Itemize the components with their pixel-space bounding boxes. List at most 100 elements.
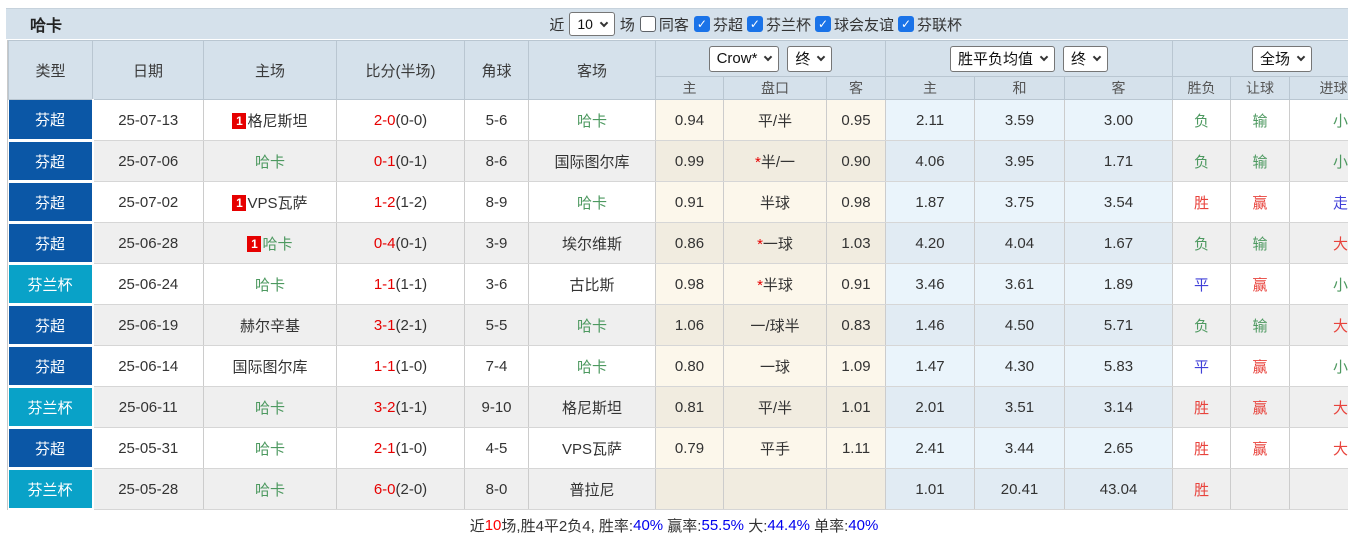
league-checkbox[interactable] <box>814 16 831 32</box>
score-cell[interactable]: 3-2(1-1) <box>336 386 465 428</box>
sub-header-handicap: 盘口 <box>723 76 827 100</box>
rank-badge: 1 <box>247 235 262 252</box>
home-team[interactable]: 哈卡 <box>203 386 337 428</box>
away-team[interactable]: 格尼斯坦 <box>528 386 656 428</box>
result-handicap: 赢 <box>1230 181 1291 223</box>
away-team[interactable]: 国际图尔库 <box>528 140 656 182</box>
result-winloss: 平 <box>1172 263 1232 305</box>
league-checkbox[interactable] <box>693 16 710 32</box>
league-type-cell[interactable]: 芬超 <box>8 222 94 265</box>
home-team[interactable]: 1 VPS瓦萨 <box>203 181 337 223</box>
odds-handicap: *半/一 <box>723 140 827 182</box>
match-date: 25-07-02 <box>92 181 204 223</box>
league-type-cell[interactable]: 芬兰杯 <box>8 386 94 429</box>
away-team[interactable]: 古比斯 <box>528 263 656 305</box>
home-team[interactable]: 赫尔辛基 <box>203 304 337 346</box>
corner-score: 8-6 <box>464 140 529 182</box>
score-cell[interactable]: 3-1(2-1) <box>336 304 465 346</box>
match-row: 芬超 25-05-31 哈卡 2-1(1-0) 4-5 VPS瓦萨 0.79 平手 1.11 2.… <box>8 427 1348 470</box>
away-team[interactable]: 哈卡 <box>528 99 656 141</box>
match-row: 芬兰杯 25-06-24 哈卡 1-1(1-1) 3-6 古比斯 0.98 *半球 0.91 3.… <box>8 263 1348 306</box>
league-type-cell[interactable]: 芬超 <box>8 304 94 347</box>
result-winloss: 胜 <box>1172 427 1232 469</box>
away-team[interactable]: 普拉尼 <box>528 468 656 510</box>
corner-score: 4-5 <box>464 427 529 469</box>
league-type-cell[interactable]: 芬兰杯 <box>8 263 94 306</box>
home-team[interactable]: 哈卡 <box>203 263 337 305</box>
corner-score: 9-10 <box>464 386 529 428</box>
odds-away: 1.09 <box>826 345 887 387</box>
home-team[interactable]: 哈卡 <box>203 140 337 182</box>
league-filter-芬联杯[interactable]: 芬联杯 <box>897 14 962 35</box>
league-type-cell[interactable]: 芬超 <box>8 140 94 183</box>
home-team[interactable]: 哈卡 <box>203 427 337 469</box>
odds-select-group: Crow* 终 <box>654 40 887 77</box>
avg-draw-odds: 3.61 <box>974 263 1066 305</box>
home-team[interactable]: 1 哈卡 <box>203 222 337 264</box>
avg-away-odds: 5.83 <box>1064 345 1174 387</box>
match-row: 芬超 25-07-13 1 格尼斯坦 2-0(0-0) 5-6 哈卡 0.94 平/半 0.95 2… <box>8 99 1348 142</box>
result-goals: 大 <box>1289 386 1348 428</box>
away-team[interactable]: VPS瓦萨 <box>528 427 656 469</box>
avg-time-select[interactable]: 终 <box>1063 45 1109 72</box>
result-handicap: 输 <box>1230 304 1291 346</box>
summary-text: 40% <box>633 517 664 534</box>
league-checkbox[interactable] <box>897 16 914 32</box>
league-type-cell[interactable]: 芬兰杯 <box>8 468 94 510</box>
league-type-cell[interactable]: 芬超 <box>8 181 94 224</box>
result-goals: 小 <box>1289 140 1348 182</box>
sub-header-avg-away: 客 <box>1064 76 1174 100</box>
avg-odds-select[interactable]: 胜平负均值 <box>950 45 1056 72</box>
away-team[interactable]: 埃尔维斯 <box>528 222 656 264</box>
score-cell[interactable]: 1-1(1-0) <box>336 345 465 387</box>
league-filter-球会友谊[interactable]: 球会友谊 <box>814 14 894 35</box>
league-filter-芬兰杯[interactable]: 芬兰杯 <box>746 14 811 35</box>
odds-handicap <box>723 468 827 510</box>
same-away-checkbox[interactable] <box>639 16 656 32</box>
chevron-down-icon <box>1092 52 1102 62</box>
odds-time-select[interactable]: 终 <box>787 45 833 72</box>
same-away-filter[interactable]: 同客 <box>639 14 689 35</box>
league-type-cell[interactable]: 芬超 <box>8 345 94 388</box>
home-team[interactable]: 哈卡 <box>203 468 337 510</box>
avg-home-odds: 4.20 <box>885 222 976 264</box>
odds-home: 0.79 <box>655 427 724 469</box>
score-cell[interactable]: 2-1(1-0) <box>336 427 465 469</box>
chevron-down-icon <box>599 18 609 27</box>
match-date: 25-06-14 <box>92 345 204 387</box>
matches-table: 类型 日期 主场 比分(半场) 角球 客场 Crow* 终 胜平负均值 终 全场… <box>8 40 1348 510</box>
sub-header-hcp-result: 让球 <box>1230 76 1291 100</box>
avg-draw-odds: 3.75 <box>974 181 1066 223</box>
match-date: 25-06-11 <box>92 386 204 428</box>
sub-header-result: 胜负 <box>1172 76 1232 100</box>
home-team[interactable]: 1 格尼斯坦 <box>203 99 337 141</box>
corner-score: 5-6 <box>464 99 529 141</box>
result-goals: 小 <box>1289 99 1348 141</box>
avg-home-odds: 4.06 <box>885 140 976 182</box>
fullmatch-select[interactable]: 全场 <box>1252 45 1313 72</box>
score-cell[interactable]: 1-2(1-2) <box>336 181 465 223</box>
score-cell[interactable]: 0-4(0-1) <box>336 222 465 264</box>
away-team[interactable]: 哈卡 <box>528 304 656 346</box>
score-cell[interactable]: 0-1(0-1) <box>336 140 465 182</box>
match-row: 芬兰杯 25-05-28 哈卡 6-0(2-0) 8-0 普拉尼 1.01 20.41 43.0… <box>8 468 1348 510</box>
league-type-cell[interactable]: 芬超 <box>8 427 94 470</box>
corner-score: 3-9 <box>464 222 529 264</box>
chevron-down-icon <box>1296 52 1306 62</box>
away-team[interactable]: 哈卡 <box>528 181 656 223</box>
league-filter-芬超[interactable]: 芬超 <box>693 14 743 35</box>
score-cell[interactable]: 2-0(0-0) <box>336 99 465 141</box>
sub-header-goals: 进球数 <box>1289 76 1348 100</box>
odds-away: 1.03 <box>826 222 887 264</box>
avg-home-odds: 2.01 <box>885 386 976 428</box>
home-team[interactable]: 国际图尔库 <box>203 345 337 387</box>
matches-table-wrap: 类型 日期 主场 比分(半场) 角球 客场 Crow* 终 胜平负均值 终 全场… <box>7 40 1348 510</box>
away-team[interactable]: 哈卡 <box>528 345 656 387</box>
score-cell[interactable]: 6-0(2-0) <box>336 468 465 510</box>
league-type-cell[interactable]: 芬超 <box>8 99 94 142</box>
avg-home-odds: 1.01 <box>885 468 976 510</box>
recent-count-select[interactable]: 10 <box>569 12 615 36</box>
score-cell[interactable]: 1-1(1-1) <box>336 263 465 305</box>
league-checkbox[interactable] <box>746 16 763 32</box>
bookmaker-select[interactable]: Crow* <box>708 45 780 72</box>
